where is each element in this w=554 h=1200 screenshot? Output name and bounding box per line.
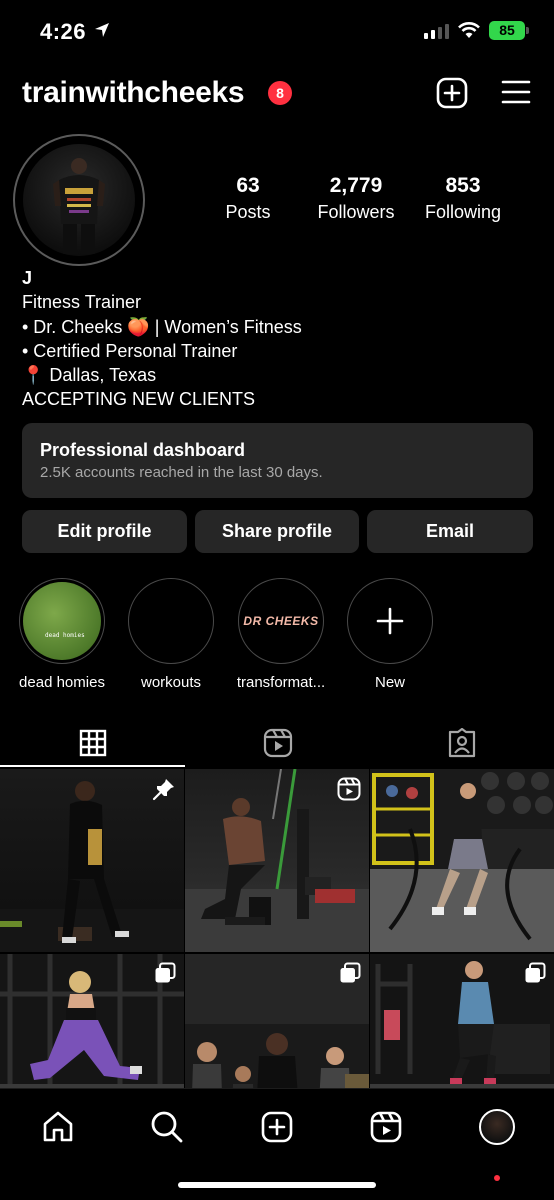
highlight-ring — [347, 578, 433, 664]
search-icon — [151, 1111, 183, 1143]
dashboard-title: Professional dashboard — [40, 440, 246, 460]
highlight-ring: DR CHEEKS — [238, 578, 324, 664]
post-thumbnail[interactable] — [185, 769, 369, 952]
notification-badge[interactable]: 8 — [268, 81, 292, 105]
create-icon — [261, 1111, 293, 1143]
following-value: 853 — [445, 174, 481, 197]
location-arrow-icon — [95, 23, 109, 37]
highlight-cover: dead homies — [23, 582, 101, 660]
notification-dot — [494, 1175, 500, 1181]
pin-icon — [152, 779, 174, 801]
carousel-icon — [340, 962, 361, 983]
post-thumbnail[interactable] — [0, 769, 184, 952]
tab-reels[interactable] — [185, 718, 370, 768]
highlight-cover-text: dead homies — [45, 632, 85, 639]
share-profile-button[interactable]: Share profile — [195, 510, 359, 553]
nav-create[interactable] — [257, 1107, 297, 1147]
bio-line: • Dr. Cheeks 🍑 | Women’s Fitness — [22, 316, 302, 337]
highlight-label: New — [374, 674, 405, 691]
nav-profile[interactable] — [477, 1107, 517, 1147]
highlight-cover-text: DR CHEEKS — [243, 614, 319, 628]
profile-avatar — [479, 1109, 515, 1145]
dashboard-subtitle: 2.5K accounts reached in the last 30 day… — [40, 464, 323, 481]
following-label: Following — [424, 202, 502, 222]
highlight-ring — [128, 578, 214, 664]
profile-avatar[interactable] — [23, 144, 135, 256]
profile-username[interactable]: trainwithcheeks — [22, 76, 245, 110]
bio-location: 📍 Dallas, Texas — [22, 365, 157, 386]
display-name: J — [22, 268, 33, 288]
reel-icon — [337, 777, 361, 801]
highlight-dead-homies[interactable]: dead homies dead homies — [14, 578, 110, 691]
create-post-icon[interactable] — [436, 77, 468, 109]
profile-bio: J Fitness Trainer • Dr. Cheeks 🍑 | Women… — [22, 266, 302, 412]
reels-icon — [263, 728, 292, 758]
wifi-icon — [458, 22, 480, 38]
post-thumbnail[interactable] — [370, 769, 554, 952]
home-icon — [43, 1111, 73, 1142]
post-image — [370, 769, 554, 952]
highlight-workouts[interactable]: workouts — [123, 578, 219, 691]
highlight-new[interactable]: New — [342, 578, 438, 691]
followers-label: Followers — [317, 202, 395, 222]
highlight-label: workouts — [140, 674, 202, 691]
tab-tagged[interactable] — [369, 718, 554, 768]
highlight-label: dead homies — [19, 674, 105, 691]
hamburger-menu-icon[interactable] — [501, 79, 531, 105]
carousel-icon — [155, 962, 176, 983]
carousel-icon — [525, 962, 546, 983]
highlight-cover — [132, 582, 210, 660]
cellular-signal-icon — [424, 24, 449, 39]
battery-tip — [526, 27, 529, 34]
nav-reels[interactable] — [366, 1107, 406, 1147]
highlight-ring: dead homies — [19, 578, 105, 664]
grid-icon — [79, 729, 106, 757]
highlight-cover: DR CHEEKS — [242, 582, 320, 660]
plus-icon — [376, 607, 404, 635]
highlight-label: transformat... — [236, 674, 326, 691]
nav-home[interactable] — [38, 1107, 78, 1147]
active-tab-indicator — [0, 765, 185, 767]
tab-posts-grid[interactable] — [0, 718, 185, 768]
bio-line: ACCEPTING NEW CLIENTS — [22, 389, 256, 410]
edit-profile-button[interactable]: Edit profile — [22, 510, 187, 553]
posts-value: 63 — [236, 174, 260, 197]
tagged-icon — [448, 728, 475, 758]
posts-label: Posts — [225, 202, 271, 222]
avatar-photo — [53, 158, 105, 254]
email-button[interactable]: Email — [367, 510, 533, 553]
home-indicator — [178, 1182, 376, 1188]
bio-line: • Certified Personal Trainer — [22, 340, 238, 361]
followers-value: 2,779 — [329, 174, 383, 197]
highlight-transformations[interactable]: DR CHEEKS transformat... — [233, 578, 329, 691]
bio-line: Fitness Trainer — [22, 292, 142, 313]
nav-search[interactable] — [147, 1107, 187, 1147]
following-count[interactable]: 853 Following — [418, 174, 508, 223]
posts-count[interactable]: 63 Posts — [215, 174, 281, 223]
status-time: 4:26 — [40, 19, 87, 44]
reels-icon — [370, 1111, 402, 1143]
battery-icon: 85 — [489, 21, 525, 40]
status-bar: 4:26 85 — [0, 0, 554, 62]
professional-dashboard-card[interactable]: Professional dashboard 2.5K accounts rea… — [22, 423, 533, 498]
followers-count[interactable]: 2,779 Followers — [310, 174, 402, 223]
